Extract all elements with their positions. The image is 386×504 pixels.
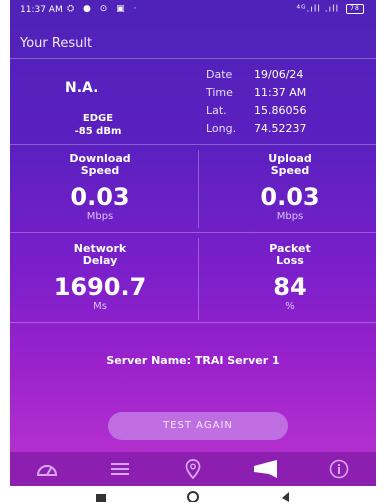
detail-label: Date bbox=[206, 68, 233, 81]
detail-label: Long. bbox=[206, 122, 237, 135]
page-title: Your Result bbox=[20, 36, 93, 51]
detail-value: 11:37 AM bbox=[254, 86, 307, 99]
divider bbox=[10, 322, 376, 323]
network-type: EDGE bbox=[82, 113, 114, 124]
divider bbox=[10, 232, 376, 233]
upload-speed-unit: Mbps bbox=[276, 211, 304, 222]
status-bar: 11:37 AM ⛭ ● ⊙ ▣ · ⁴ᴳ.ıll .ıll 78 bbox=[10, 0, 376, 20]
detail-row-long: Long. 74.52237 bbox=[206, 122, 307, 135]
phone-frame: 11:37 AM ⛭ ● ⊙ ▣ · ⁴ᴳ.ıll .ıll 78 Your R… bbox=[0, 0, 386, 504]
packet-loss-unit: % bbox=[285, 301, 295, 312]
nav-report[interactable] bbox=[229, 452, 302, 486]
divider bbox=[10, 144, 376, 145]
download-speed-unit: Mbps bbox=[86, 211, 114, 222]
label-line: Delay bbox=[82, 254, 118, 267]
system-nav-bar bbox=[0, 486, 386, 504]
detail-row-time: Time 11:37 AM bbox=[206, 86, 306, 99]
status-time: 11:37 AM bbox=[20, 5, 63, 15]
notification-icons: ⛭ ● ⊙ ▣ · bbox=[67, 4, 140, 14]
nav-speed-test[interactable] bbox=[10, 452, 83, 486]
detail-row-date: Date 19/06/24 bbox=[206, 68, 303, 81]
speedometer-icon bbox=[36, 465, 57, 476]
download-speed-value: 0.03 bbox=[70, 183, 130, 211]
list-icon bbox=[110, 463, 129, 475]
detail-value: 74.52237 bbox=[254, 122, 307, 135]
download-speed-label: Download Speed bbox=[40, 153, 160, 177]
packet-loss-label: Packet Loss bbox=[230, 243, 350, 267]
signal-icons: ⁴ᴳ.ıll .ıll 78 bbox=[297, 4, 364, 15]
test-again-button[interactable]: TEST AGAIN bbox=[108, 412, 288, 440]
operator-name: N.A. bbox=[65, 80, 99, 96]
label-line: Speed bbox=[270, 164, 310, 177]
packet-loss-value: 84 bbox=[273, 273, 307, 301]
info-icon bbox=[329, 459, 348, 479]
label-line: Speed bbox=[80, 164, 120, 177]
detail-value: 19/06/24 bbox=[254, 68, 304, 81]
network-delay-value: 1690.7 bbox=[53, 273, 147, 301]
network-info-panel: N.A. EDGE -85 dBm Date 19/06/24 Time 11:37… bbox=[10, 60, 376, 142]
megaphone-icon bbox=[253, 460, 277, 478]
server-name: Server Name: TRAI Server 1 bbox=[106, 354, 280, 367]
label-line: Loss bbox=[276, 254, 304, 267]
detail-row-lat: Lat. 15.86056 bbox=[206, 104, 307, 117]
detail-label: Lat. bbox=[206, 104, 227, 117]
location-pin-icon bbox=[185, 459, 200, 479]
upload-speed-label: Upload Speed bbox=[230, 153, 350, 177]
network-delay-unit: Ms bbox=[93, 301, 107, 312]
bottom-nav bbox=[10, 452, 376, 486]
app-screen: 11:37 AM ⛭ ● ⊙ ▣ · ⁴ᴳ.ıll .ıll 78 Your R… bbox=[10, 0, 376, 486]
signal-strength-icon: ⁴ᴳ.ıll .ıll bbox=[296, 4, 340, 15]
detail-label: Time bbox=[206, 86, 233, 99]
nav-history[interactable] bbox=[83, 452, 156, 486]
divider bbox=[198, 150, 199, 228]
nav-info[interactable] bbox=[302, 452, 375, 486]
detail-value: 15.86056 bbox=[254, 104, 307, 117]
recents-icon[interactable] bbox=[94, 488, 108, 502]
upload-speed-value: 0.03 bbox=[260, 183, 320, 211]
home-icon[interactable] bbox=[186, 488, 200, 502]
divider bbox=[10, 58, 376, 59]
divider bbox=[198, 238, 199, 320]
network-delay-label: Network Delay bbox=[40, 243, 160, 267]
back-icon[interactable] bbox=[278, 488, 292, 502]
nav-map[interactable] bbox=[156, 452, 229, 486]
battery-icon: 78 bbox=[346, 4, 364, 14]
signal-strength: -85 dBm bbox=[74, 126, 122, 137]
